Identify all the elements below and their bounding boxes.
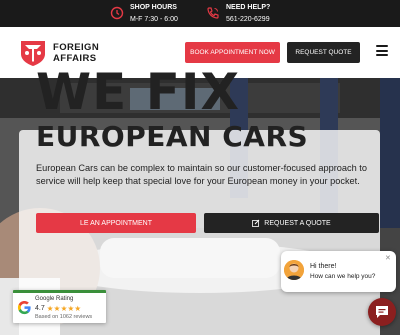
- google-rating-score: 4.7: [35, 305, 45, 312]
- request-a-quote-label: REQUEST A QUOTE: [264, 219, 331, 227]
- book-appointment-button[interactable]: BOOK APPOINTMENT NOW: [185, 42, 280, 63]
- chat-launcher-button[interactable]: [368, 298, 396, 326]
- chat-message: How can we help you?: [310, 273, 376, 280]
- shop-hours-value: M-F 7:30 - 6:00: [130, 16, 178, 23]
- star-rating-icon: ★★★★★: [46, 304, 82, 313]
- google-logo-icon: [17, 300, 31, 315]
- chat-greeting: Hi there!: [310, 263, 337, 270]
- shop-hours: SHOP HOURS M-F 7:30 - 6:00: [110, 3, 178, 25]
- edit-icon: [252, 219, 260, 227]
- hero-headline: WE FIX: [36, 63, 241, 121]
- google-review-count: Based on 1062 reviews: [35, 314, 93, 320]
- request-quote-button[interactable]: REQUEST QUOTE: [287, 42, 360, 63]
- google-rating-score-row: 4.7 ★★★★★: [35, 304, 81, 313]
- google-rating-badge[interactable]: Google Rating 4.7 ★★★★★ Based on 1062 re…: [13, 290, 106, 323]
- need-help[interactable]: NEED HELP? 561-220-6299: [206, 3, 270, 25]
- phone-number-link[interactable]: 561-220-6299: [226, 15, 270, 25]
- logo-line-1: FOREIGN: [53, 42, 100, 53]
- clock-icon: [110, 6, 124, 20]
- chat-bubble-icon: [376, 306, 388, 318]
- request-a-quote-button[interactable]: REQUEST A QUOTE: [204, 213, 379, 233]
- google-rating-title: Google Rating: [35, 296, 74, 302]
- schedule-appointment-button[interactable]: LE AN APPOINTMENT: [36, 213, 196, 233]
- person-icon: [284, 260, 304, 280]
- hero-subheadline: EUROPEAN CARS: [36, 120, 309, 153]
- top-info-bar: SHOP HOURS M-F 7:30 - 6:00 NEED HELP? 56…: [0, 0, 400, 27]
- schedule-appointment-label: LE AN APPOINTMENT: [80, 219, 152, 227]
- need-help-title: NEED HELP?: [226, 4, 271, 11]
- chat-agent-avatar: [284, 260, 304, 280]
- menu-icon[interactable]: [376, 45, 388, 56]
- chat-popup[interactable]: ✕ Hi there! How can we help you?: [281, 251, 396, 292]
- close-icon[interactable]: ✕: [385, 254, 391, 262]
- phone-icon: [207, 7, 219, 19]
- shop-hours-title: SHOP HOURS: [130, 4, 177, 11]
- hero-description: European Cars can be complex to maintain…: [36, 163, 367, 186]
